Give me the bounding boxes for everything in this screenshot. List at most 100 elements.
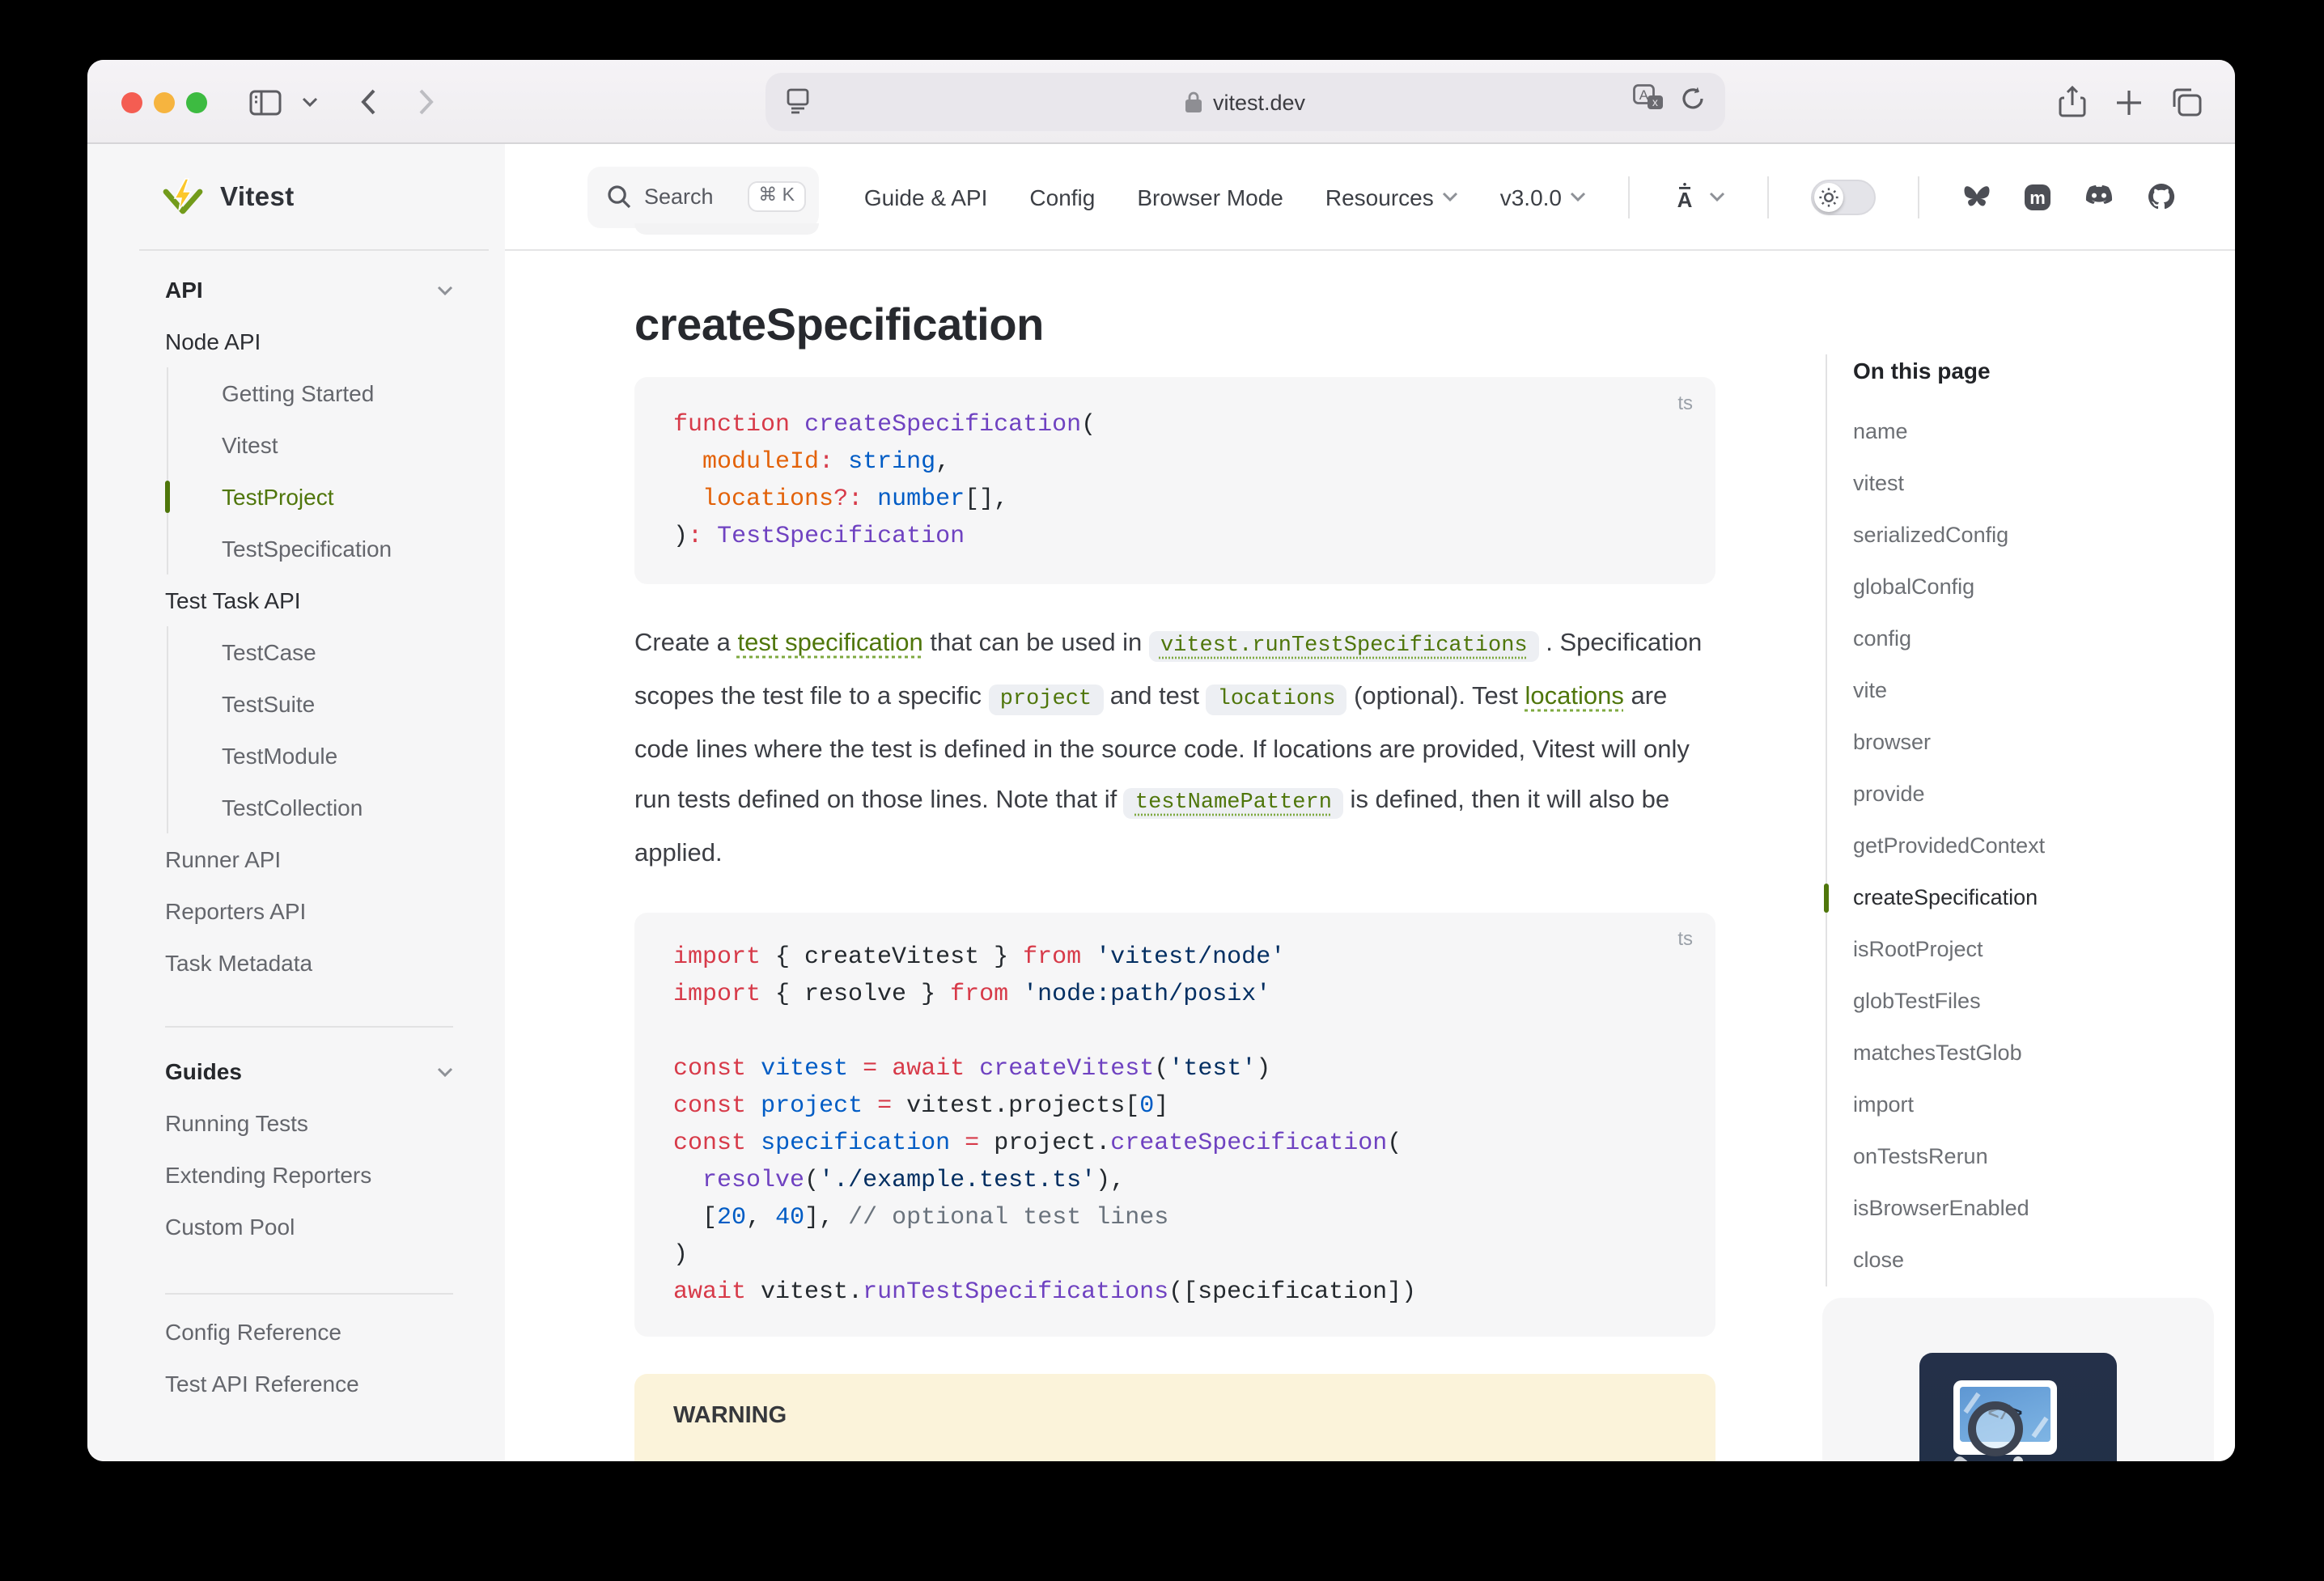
warning-callout: WARNING createSpecification expects reso… xyxy=(634,1374,1715,1461)
link-locations[interactable]: locations xyxy=(1525,683,1624,710)
sidebar-group-label: API xyxy=(165,277,203,303)
code-line: const vitest = await createVitest('test'… xyxy=(673,1050,1677,1087)
url-text-wrap: vitest.dev xyxy=(765,73,1725,131)
toc-item-vite[interactable]: vite xyxy=(1853,665,2198,717)
minimize-window-button[interactable] xyxy=(154,91,175,112)
translations-menu[interactable]: A xyxy=(1672,182,1725,211)
code-link-testnamepattern[interactable]: testNamePattern xyxy=(1124,788,1343,819)
nav-menu-resources[interactable]: Resources xyxy=(1325,184,1458,210)
code-token xyxy=(790,411,804,439)
bluesky-icon[interactable] xyxy=(1961,183,1992,210)
back-button[interactable] xyxy=(359,60,377,144)
discord-icon[interactable] xyxy=(2083,184,2115,210)
search-input[interactable]: Search ⌘ K xyxy=(587,166,819,227)
toc-item-isbrowserenabled[interactable]: isBrowserEnabled xyxy=(1853,1183,2198,1235)
url-bar[interactable]: vitest.dev A x xyxy=(765,73,1725,131)
sidebar-item-runner-api[interactable]: Runner API xyxy=(165,833,492,885)
sidebar-item-vitest[interactable]: Vitest xyxy=(167,419,492,471)
link-test-specification[interactable]: test specification xyxy=(738,629,923,657)
sidebar-item-testspecification[interactable]: TestSpecification xyxy=(167,523,492,574)
toolbar-chevron-down-icon[interactable] xyxy=(301,60,319,144)
nav-link-config[interactable]: Config xyxy=(1029,184,1095,210)
sidebar-item-testcollection[interactable]: TestCollection xyxy=(167,782,492,833)
code-token: ] xyxy=(1154,1092,1168,1120)
toc-item-globtestfiles[interactable]: globTestFiles xyxy=(1853,976,2198,1028)
sidebar-item-testmodule[interactable]: TestModule xyxy=(167,730,492,782)
code-token: = xyxy=(877,1092,892,1120)
sidebar-item-reporters-api[interactable]: Reporters API xyxy=(165,885,492,937)
sidebar-item-testsuite[interactable]: TestSuite xyxy=(167,678,492,730)
nav-link-guide-api[interactable]: Guide & API xyxy=(864,184,988,210)
sidebar-group-guides[interactable]: Guides xyxy=(165,1045,492,1097)
sidebar-item-test-api-reference[interactable]: Test API Reference xyxy=(165,1358,492,1409)
code-line: await vitest.runTestSpecifications([spec… xyxy=(673,1274,1677,1311)
tab-overview-icon[interactable] xyxy=(2170,60,2203,144)
vitest-logo[interactable]: Vitest xyxy=(87,144,505,251)
chevron-down-icon xyxy=(437,284,453,295)
code-chip-locations[interactable]: locations xyxy=(1207,685,1347,715)
code-token: = xyxy=(863,1055,877,1083)
code-token xyxy=(746,1130,761,1157)
sidebar-item-extending-reporters[interactable]: Extending Reporters xyxy=(165,1149,492,1201)
toc-item-createspecification[interactable]: createSpecification xyxy=(1853,872,2198,924)
sidebar-item-test-task-api[interactable]: Test Task API xyxy=(165,574,492,626)
forward-button[interactable] xyxy=(418,60,435,144)
code-token: runTestSpecifications xyxy=(863,1278,1168,1306)
close-window-button[interactable] xyxy=(121,91,142,112)
sidebar-item-task-metadata[interactable]: Task Metadata xyxy=(165,937,492,989)
sidebar-item-getting-started[interactable]: Getting Started xyxy=(167,367,492,419)
theme-toggle[interactable] xyxy=(1811,179,1876,214)
toc-item-import[interactable]: import xyxy=(1853,1079,2198,1131)
toc-item-isrootproject[interactable]: isRootProject xyxy=(1853,924,2198,976)
toc-item-name[interactable]: name xyxy=(1853,406,2198,458)
code-line: [20, 40], // optional test lines xyxy=(673,1199,1677,1236)
sidebar-item-custom-pool[interactable]: Custom Pool xyxy=(165,1201,492,1253)
sidebar-item-running-tests[interactable]: Running Tests xyxy=(165,1097,492,1149)
sidebar-item-config-reference[interactable]: Config Reference xyxy=(165,1306,492,1358)
link-module-id[interactable]: module ID xyxy=(1141,1460,1252,1461)
mastodon-icon[interactable]: m xyxy=(2023,182,2052,211)
toc-item-globalconfig[interactable]: globalConfig xyxy=(1853,562,2198,613)
new-tab-icon[interactable] xyxy=(2115,60,2143,144)
toc-item-vitest[interactable]: vitest xyxy=(1853,458,2198,510)
code-line: locations?: number[], xyxy=(673,481,1677,518)
sidebar-item-testcase[interactable]: TestCase xyxy=(167,626,492,678)
sponsor-image: </> xyxy=(1919,1353,2117,1461)
code-token: [], xyxy=(965,485,1008,513)
code-token: [ xyxy=(673,1204,717,1231)
code-chip-project[interactable]: project xyxy=(989,685,1103,715)
toc-item-getprovidedcontext[interactable]: getProvidedContext xyxy=(1853,820,2198,872)
share-icon[interactable] xyxy=(2059,60,2086,144)
reload-icon[interactable] xyxy=(1680,85,1706,119)
toc-item-provide[interactable]: provide xyxy=(1853,769,2198,820)
code-token xyxy=(673,1167,702,1194)
outline-title: On this page xyxy=(1853,354,2198,387)
code-token xyxy=(1081,943,1096,971)
sponsor-card[interactable]: </> xyxy=(1822,1298,2214,1461)
nav-menu-v3-0-0[interactable]: v3.0.0 xyxy=(1500,184,1586,210)
toc-item-browser[interactable]: browser xyxy=(1853,717,2198,769)
toc-item-serializedconfig[interactable]: serializedConfig xyxy=(1853,510,2198,562)
main-area: Search ⌘ K Guide & API Config Browser Mode… xyxy=(505,144,2235,1461)
code-token: ?: xyxy=(833,485,863,513)
search-kbd-hint: ⌘ K xyxy=(747,180,806,213)
translate-page-icon[interactable]: A x xyxy=(1633,84,1664,120)
github-icon[interactable] xyxy=(2146,181,2177,212)
sidebar-item-node-api[interactable]: Node API xyxy=(165,316,492,367)
toc-item-matchestestglob[interactable]: matchesTestGlob xyxy=(1853,1028,2198,1079)
code-link-vitest-runtestspecifications[interactable]: vitest.runTestSpecifications xyxy=(1149,631,1539,662)
toc-item-config[interactable]: config xyxy=(1853,613,2198,665)
sidebar-toggle-icon[interactable] xyxy=(249,60,282,144)
toc-item-ontestsrerun[interactable]: onTestsRerun xyxy=(1853,1131,2198,1183)
url-text: vitest.dev xyxy=(1213,90,1305,114)
code-token xyxy=(877,1055,892,1083)
toc-item-close[interactable]: close xyxy=(1853,1235,2198,1286)
code-token: 'node:path/posix' xyxy=(1023,981,1270,1008)
nav-link-browser-mode[interactable]: Browser Mode xyxy=(1137,184,1283,210)
chevron-down-icon xyxy=(437,1066,453,1077)
sidebar-group-api[interactable]: API xyxy=(165,264,492,316)
zoom-window-button[interactable] xyxy=(186,91,207,112)
sidebar-divider xyxy=(165,1293,453,1295)
code-token: import xyxy=(673,981,761,1008)
sidebar-item-testproject[interactable]: TestProject xyxy=(167,471,492,523)
